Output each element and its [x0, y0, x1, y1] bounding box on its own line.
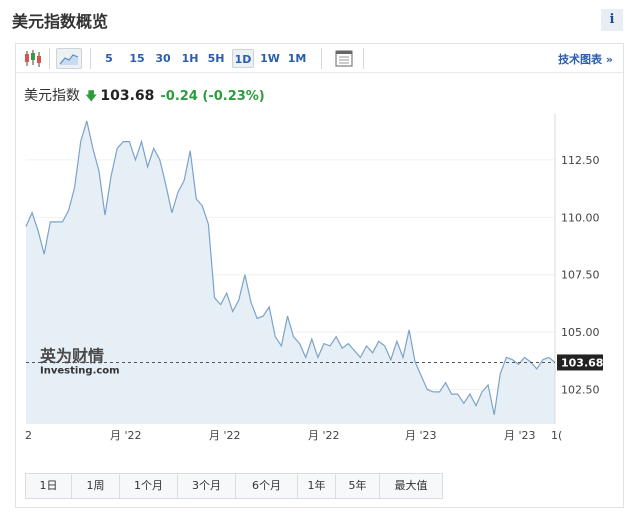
widget-title: 美元指数概览 [12, 12, 109, 31]
range-button[interactable]: 1个月 [120, 474, 178, 498]
info-button[interactable]: i [601, 9, 623, 31]
timeframe-15[interactable]: 15 [127, 49, 147, 68]
range-button[interactable]: 6个月 [236, 474, 298, 498]
y-tick-label: 105.00 [561, 326, 600, 339]
x-tick-label: 月 '22 [209, 429, 241, 442]
chart-panel: 5 15 30 1H 5H 1D 1W 1M 技术图表 » 美元指数 🡇 103.6… [15, 43, 624, 508]
x-tick-label: 月 '22 [308, 429, 340, 442]
toolbar-divider [363, 48, 364, 69]
range-button[interactable]: 1日 [26, 474, 72, 498]
range-button[interactable]: 5年 [336, 474, 380, 498]
y-tick-label: 107.50 [561, 269, 600, 282]
calendar-icon[interactable] [333, 48, 355, 69]
chart-toolbar: 5 15 30 1H 5H 1D 1W 1M 技术图表 » [16, 44, 623, 73]
x-tick-label: 月 '22 [110, 429, 142, 442]
down-arrow-icon: 🡇 [85, 89, 98, 103]
toolbar-divider [49, 48, 50, 69]
price-chart: 112.50 110.00 107.50 105.00 102.50 103.68 2 月 '… [25, 114, 603, 442]
range-button[interactable]: 1年 [298, 474, 336, 498]
range-button[interactable]: 3个月 [178, 474, 236, 498]
candlestick-icon[interactable] [22, 48, 44, 69]
y-tick-label: 102.50 [561, 384, 600, 397]
technical-chart-link[interactable]: 技术图表 » [558, 51, 613, 67]
x-tick-label: 月 '23 [504, 429, 536, 442]
y-tick-label: 110.00 [561, 211, 600, 224]
timeframe-1h[interactable]: 1H [180, 49, 200, 68]
range-button[interactable]: 最大值 [380, 474, 442, 498]
area-fill [26, 120, 555, 425]
x-tick-label: 月 '23 [405, 429, 437, 442]
x-tick-label: 1( [551, 429, 562, 442]
watermark-sub: Investing.com [40, 365, 120, 376]
x-tick-label: 2 [25, 429, 32, 442]
timeframe-1d[interactable]: 1D [232, 49, 254, 68]
y-tick-label: 112.50 [561, 154, 600, 167]
area-chart-icon[interactable] [56, 48, 82, 69]
last-price: 103.68 [100, 88, 155, 104]
toolbar-divider [321, 48, 322, 69]
timeframe-1m[interactable]: 1M [286, 49, 308, 68]
range-selector: 1日 1周 1个月 3个月 6个月 1年 5年 最大值 [25, 473, 443, 499]
instrument-name: 美元指数 [24, 88, 80, 104]
quote-line: 美元指数 🡇 103.68 -0.24 (-0.23%) [24, 85, 265, 108]
range-button[interactable]: 1周 [72, 474, 120, 498]
watermark-brand: 英为财情 [39, 346, 104, 365]
last-value-label: 103.68 [561, 356, 603, 369]
timeframe-30[interactable]: 30 [153, 49, 173, 68]
toolbar-divider [90, 48, 91, 69]
timeframe-1w[interactable]: 1W [259, 49, 281, 68]
timeframe-5h[interactable]: 5H [206, 49, 226, 68]
price-change: -0.24 (-0.23%) [160, 89, 265, 104]
timeframe-5[interactable]: 5 [102, 49, 116, 68]
